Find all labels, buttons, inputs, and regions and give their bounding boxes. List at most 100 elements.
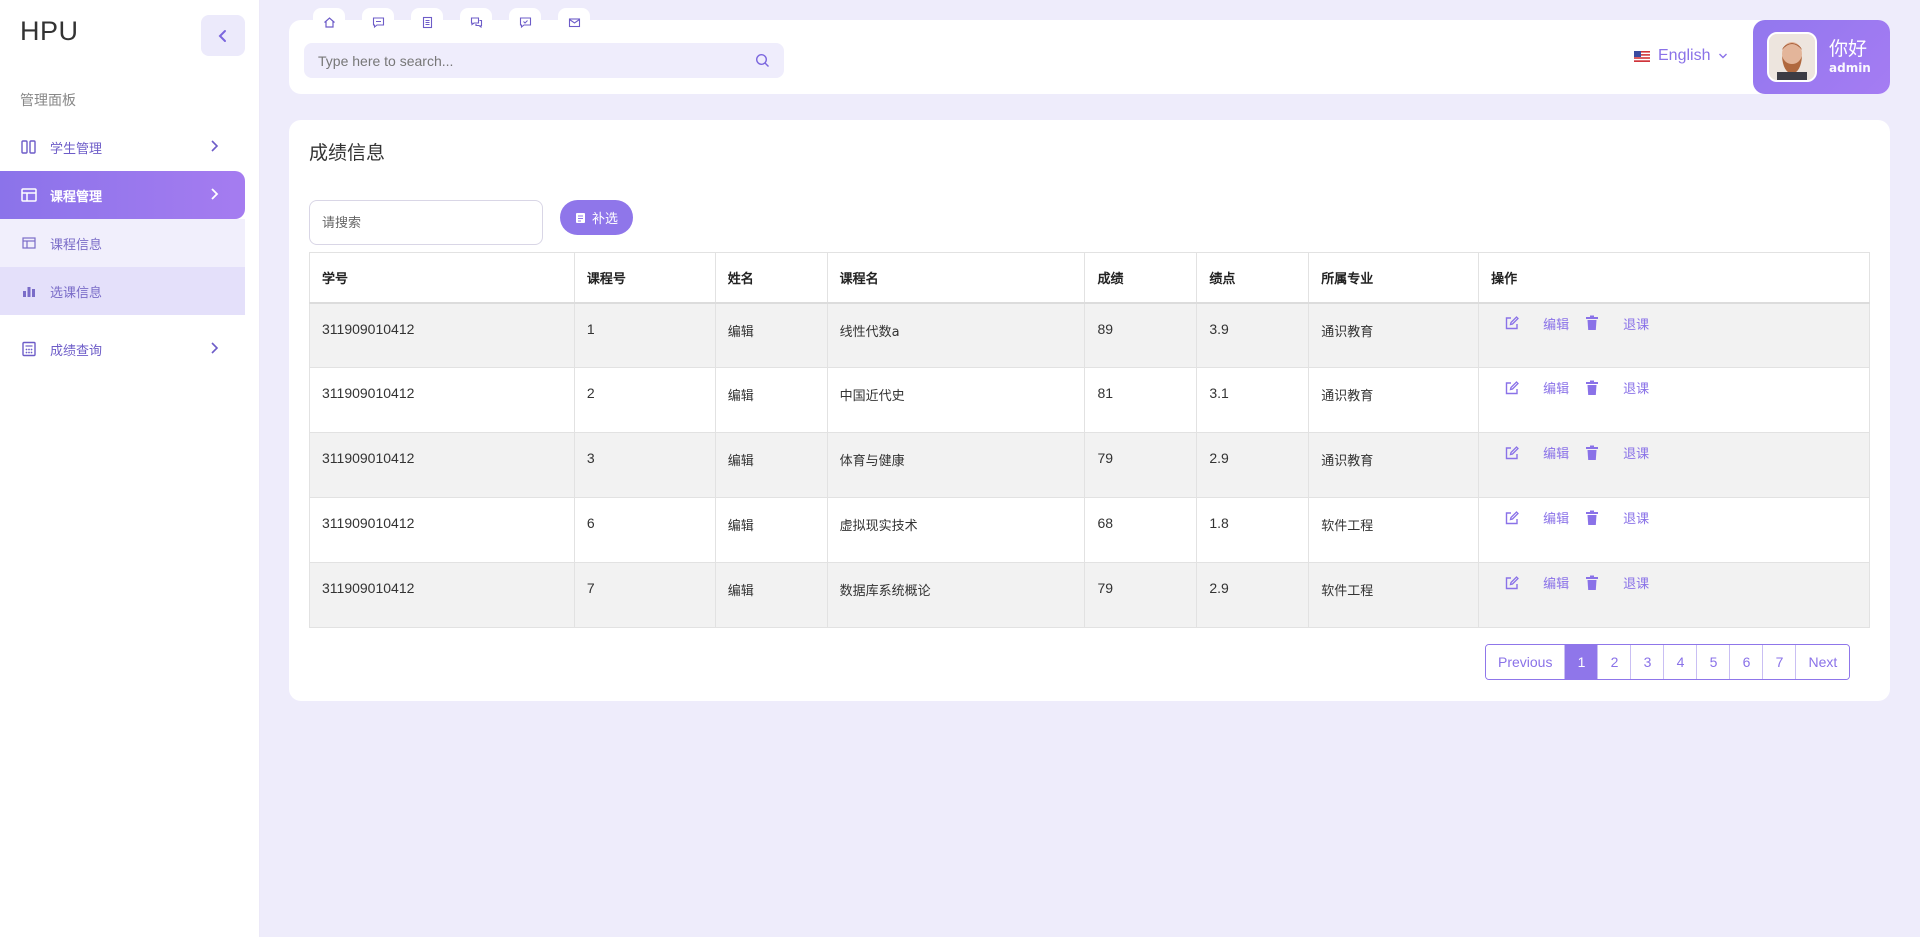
cell-gpa: 2.9 (1196, 562, 1310, 628)
global-search-input[interactable] (318, 52, 755, 69)
chat-icon (470, 16, 482, 28)
cell-name: 编辑 (714, 497, 828, 563)
edit-label: 编辑 (1543, 447, 1570, 462)
document-icon (422, 16, 432, 28)
drop-course-button[interactable]: 退课 (1583, 573, 1649, 592)
sidebar-item-course-selection[interactable]: 选课信息 (0, 267, 245, 315)
cell-student-id: 311909010412 (309, 562, 575, 628)
edit-icon (1503, 574, 1521, 592)
sidebar-item-course-management[interactable]: 课程管理 (0, 171, 245, 219)
language-selector[interactable]: English (1634, 47, 1728, 65)
drop-course-button[interactable]: 退课 (1583, 443, 1649, 462)
cell-score: 68 (1084, 497, 1198, 563)
edit-icon (1503, 314, 1521, 332)
pagination-next[interactable]: Next (1796, 645, 1850, 679)
edit-label: 编辑 (1543, 382, 1570, 397)
edit-button[interactable]: 编辑 (1503, 443, 1569, 462)
edit-button[interactable]: 编辑 (1503, 314, 1569, 333)
sidebar-item-label: 选课信息 (50, 285, 103, 301)
sidebar: HPU 管理面板 学生管理 课程管理 课程信息 选课信息 成绩查询 (0, 0, 260, 937)
drop-course-button[interactable]: 退课 (1583, 378, 1649, 397)
cell-major: 通识教育 (1308, 367, 1480, 433)
page-4[interactable]: 4 (1664, 645, 1698, 679)
tab-home[interactable] (313, 8, 345, 36)
user-profile[interactable]: 你好 admin (1753, 20, 1890, 94)
column-header: 姓名 (714, 252, 828, 304)
cell-major: 通识教育 (1308, 432, 1480, 498)
language-label: English (1658, 47, 1711, 64)
chevron-down-icon (1719, 53, 1728, 59)
table-row: 311909010412 6 编辑 虚拟现实技术 68 1.8 软件工程 编辑 (309, 497, 1870, 563)
cell-name: 编辑 (714, 432, 828, 498)
table-row: 311909010412 1 编辑 线性代数a 89 3.9 通识教育 编辑 退… (309, 302, 1870, 368)
edit-label: 编辑 (1543, 577, 1570, 592)
chevron-right-icon (211, 342, 219, 354)
cell-major: 软件工程 (1308, 562, 1480, 628)
edit-icon (1503, 444, 1521, 462)
edit-button[interactable]: 编辑 (1503, 508, 1569, 527)
cell-name: 编辑 (714, 562, 828, 628)
drop-course-button[interactable]: 退课 (1583, 508, 1649, 527)
column-header: 课程号 (573, 252, 716, 304)
cell-course-id: 6 (573, 497, 716, 563)
tab-documents[interactable] (411, 8, 443, 36)
cell-course-id: 1 (573, 302, 716, 368)
pagination-previous[interactable]: Previous (1486, 645, 1566, 679)
page-title: 成绩信息 (309, 142, 386, 164)
tab-comments[interactable] (509, 8, 541, 36)
cell-actions: 编辑 退课 (1478, 562, 1870, 628)
drop-course-label: 退课 (1623, 382, 1650, 397)
mail-icon (568, 17, 580, 27)
trash-icon (1583, 314, 1601, 332)
trash-icon (1583, 509, 1601, 527)
search-icon[interactable] (755, 53, 770, 68)
global-search (304, 43, 784, 78)
supplement-select-button[interactable]: 补选 (560, 200, 633, 235)
cell-name: 编辑 (714, 302, 828, 368)
avatar (1767, 32, 1817, 82)
sidebar-item-label: 学生管理 (50, 141, 103, 157)
table-row: 311909010412 7 编辑 数据库系统概论 79 2.9 软件工程 编辑 (309, 562, 1870, 628)
sidebar-item-label: 成绩查询 (50, 343, 103, 359)
table-search-input[interactable] (309, 200, 543, 245)
edit-button[interactable]: 编辑 (1503, 378, 1569, 397)
cell-gpa: 3.1 (1196, 367, 1310, 433)
sidebar-item-student-management[interactable]: 学生管理 (0, 123, 245, 171)
drop-course-button[interactable]: 退课 (1583, 314, 1649, 333)
cell-actions: 编辑 退课 (1478, 302, 1870, 368)
drop-course-label: 退课 (1623, 512, 1650, 527)
edit-label: 编辑 (1543, 512, 1570, 527)
sidebar-item-course-info[interactable]: 课程信息 (0, 219, 245, 267)
pagination: Previous 1 2 3 4 5 6 7 Next (1485, 644, 1851, 680)
sidebar-item-label: 课程管理 (50, 189, 103, 205)
cell-major: 软件工程 (1308, 497, 1480, 563)
page-7[interactable]: 7 (1763, 645, 1797, 679)
trash-icon (1583, 444, 1601, 462)
page-5[interactable]: 5 (1697, 645, 1731, 679)
table-icon (20, 186, 38, 204)
edit-icon (1503, 379, 1521, 397)
brand-logo: HPU (20, 16, 79, 46)
page-2[interactable]: 2 (1598, 645, 1632, 679)
drop-course-label: 退课 (1623, 447, 1650, 462)
cell-student-id: 311909010412 (309, 367, 575, 433)
grades-table: 学号 课程号 姓名 课程名 成绩 绩点 所属专业 操作 311909010412… (309, 252, 1870, 628)
sidebar-section-title: 管理面板 (20, 93, 76, 109)
cell-score: 79 (1084, 562, 1198, 628)
collapse-sidebar-button[interactable] (201, 15, 245, 56)
sidebar-item-grade-query[interactable]: 成绩查询 (0, 325, 245, 373)
cell-course-id: 2 (573, 367, 716, 433)
chevron-right-icon (211, 188, 219, 200)
page-3[interactable]: 3 (1631, 645, 1665, 679)
edit-button[interactable]: 编辑 (1503, 573, 1569, 592)
page-6[interactable]: 6 (1730, 645, 1764, 679)
page-1[interactable]: 1 (1565, 645, 1599, 679)
column-header: 绩点 (1196, 252, 1310, 304)
edit-label: 编辑 (1543, 317, 1570, 333)
tab-messages[interactable] (362, 8, 394, 36)
column-header: 操作 (1478, 252, 1870, 304)
cell-course-name: 数据库系统概论 (826, 562, 1086, 628)
tab-mail[interactable] (558, 8, 590, 36)
tab-chat[interactable] (460, 8, 492, 36)
cell-gpa: 3.9 (1196, 302, 1310, 368)
